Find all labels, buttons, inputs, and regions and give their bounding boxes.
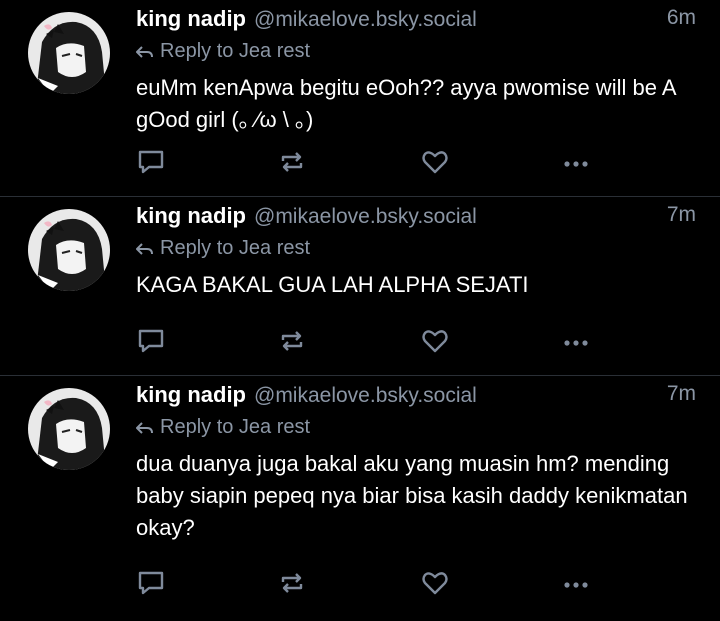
repost-button[interactable] xyxy=(277,147,307,177)
repost-button[interactable] xyxy=(277,326,307,356)
reply-label: Reply to Jea rest xyxy=(160,416,311,438)
more-button[interactable] xyxy=(561,568,591,598)
post-header: king nadip @mikaelove.bsky.social 7m xyxy=(136,203,696,235)
comment-button[interactable] xyxy=(136,147,166,177)
comment-button[interactable] xyxy=(136,326,166,356)
post-time[interactable]: 6m xyxy=(667,6,696,30)
like-button[interactable] xyxy=(420,326,450,356)
author-handle[interactable]: @mikaelove.bsky.social xyxy=(254,384,477,407)
post-header: king nadip @mikaelove.bsky.social 7m xyxy=(136,382,696,414)
avatar-image xyxy=(28,388,110,470)
author-handle[interactable]: @mikaelove.bsky.social xyxy=(254,205,477,228)
heart-icon xyxy=(422,572,448,595)
post-header: king nadip @mikaelove.bsky.social 6m xyxy=(136,6,696,38)
reply-label: Reply to Jea rest xyxy=(160,237,311,259)
post-actions xyxy=(136,147,606,177)
more-button[interactable] xyxy=(561,147,591,177)
post-time[interactable]: 7m xyxy=(667,382,696,406)
reply-arrow-icon xyxy=(136,242,154,256)
author-name[interactable]: king nadip xyxy=(136,203,246,228)
avatar-image xyxy=(28,209,110,291)
author-name[interactable]: king nadip xyxy=(136,382,246,407)
comment-icon xyxy=(138,571,164,595)
post-actions xyxy=(136,568,606,598)
avatar[interactable] xyxy=(28,388,110,470)
comment-button[interactable] xyxy=(136,568,166,598)
comment-icon xyxy=(138,150,164,174)
repost-button[interactable] xyxy=(277,568,307,598)
reply-context[interactable]: Reply to Jea rest xyxy=(136,416,310,439)
heart-icon xyxy=(422,330,448,353)
avatar[interactable] xyxy=(28,12,110,94)
reply-context[interactable]: Reply to Jea rest xyxy=(136,237,310,260)
author-name[interactable]: king nadip xyxy=(136,6,246,31)
avatar-image xyxy=(28,12,110,94)
post[interactable]: king nadip @mikaelove.bsky.social 7m Repl… xyxy=(0,376,720,621)
reply-arrow-icon xyxy=(136,45,154,59)
post-text: euMm kenApwa begitu eOoh?? ayya pwomise … xyxy=(136,75,676,132)
reply-label: Reply to Jea rest xyxy=(160,40,311,62)
post[interactable]: king nadip @mikaelove.bsky.social 7m Repl… xyxy=(0,197,720,375)
more-dots-icon xyxy=(564,340,588,346)
more-dots-icon xyxy=(564,161,588,167)
repost-icon xyxy=(281,331,303,351)
post-time[interactable]: 7m xyxy=(667,203,696,227)
reply-arrow-icon xyxy=(136,421,154,435)
more-dots-icon xyxy=(564,582,588,588)
post-feed: king nadip @mikaelove.bsky.social 6m Repl… xyxy=(0,0,720,621)
comment-icon xyxy=(138,329,164,353)
like-button[interactable] xyxy=(420,147,450,177)
more-button[interactable] xyxy=(561,326,591,356)
post-actions xyxy=(136,326,606,356)
reply-context[interactable]: Reply to Jea rest xyxy=(136,40,310,63)
author-handle[interactable]: @mikaelove.bsky.social xyxy=(254,8,477,31)
repost-icon xyxy=(281,152,303,172)
like-button[interactable] xyxy=(420,568,450,598)
post-text: dua duanya juga bakal aku yang muasin hm… xyxy=(136,451,688,540)
avatar[interactable] xyxy=(28,209,110,291)
post-text: KAGA BAKAL GUA LAH ALPHA SEJATI xyxy=(136,272,529,297)
heart-icon xyxy=(422,151,448,174)
post[interactable]: king nadip @mikaelove.bsky.social 6m Repl… xyxy=(0,0,720,196)
repost-icon xyxy=(281,573,303,593)
